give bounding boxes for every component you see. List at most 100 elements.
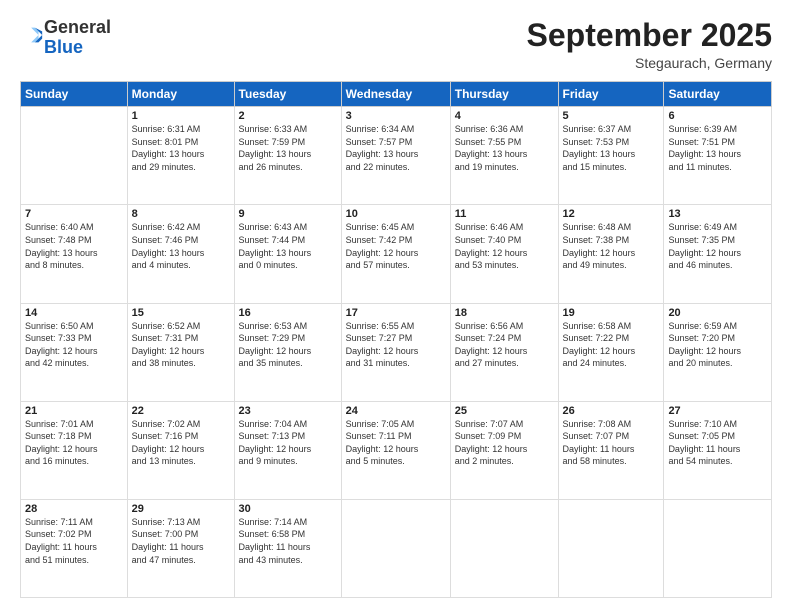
calendar-day-cell: 17Sunrise: 6:55 AM Sunset: 7:27 PM Dayli… <box>341 303 450 401</box>
calendar-day-cell: 15Sunrise: 6:52 AM Sunset: 7:31 PM Dayli… <box>127 303 234 401</box>
calendar-day-cell: 28Sunrise: 7:11 AM Sunset: 7:02 PM Dayli… <box>21 499 128 597</box>
logo-blue-text: Blue <box>44 37 83 57</box>
calendar-day-cell <box>21 107 128 205</box>
calendar-header-sunday: Sunday <box>21 82 128 107</box>
day-info: Sunrise: 7:01 AM Sunset: 7:18 PM Dayligh… <box>25 418 123 468</box>
day-number: 12 <box>563 208 660 220</box>
day-number: 8 <box>132 208 230 220</box>
calendar-day-cell: 13Sunrise: 6:49 AM Sunset: 7:35 PM Dayli… <box>664 205 772 303</box>
day-number: 30 <box>239 503 337 515</box>
day-number: 16 <box>239 307 337 319</box>
day-info: Sunrise: 6:46 AM Sunset: 7:40 PM Dayligh… <box>455 221 554 271</box>
calendar-day-cell: 11Sunrise: 6:46 AM Sunset: 7:40 PM Dayli… <box>450 205 558 303</box>
day-number: 21 <box>25 405 123 417</box>
day-number: 9 <box>239 208 337 220</box>
day-number: 29 <box>132 503 230 515</box>
calendar-week-row: 21Sunrise: 7:01 AM Sunset: 7:18 PM Dayli… <box>21 401 772 499</box>
day-info: Sunrise: 6:42 AM Sunset: 7:46 PM Dayligh… <box>132 221 230 271</box>
day-info: Sunrise: 6:58 AM Sunset: 7:22 PM Dayligh… <box>563 320 660 370</box>
day-info: Sunrise: 6:56 AM Sunset: 7:24 PM Dayligh… <box>455 320 554 370</box>
calendar-day-cell: 9Sunrise: 6:43 AM Sunset: 7:44 PM Daylig… <box>234 205 341 303</box>
calendar-day-cell: 1Sunrise: 6:31 AM Sunset: 8:01 PM Daylig… <box>127 107 234 205</box>
day-number: 23 <box>239 405 337 417</box>
calendar-day-cell: 4Sunrise: 6:36 AM Sunset: 7:55 PM Daylig… <box>450 107 558 205</box>
day-info: Sunrise: 6:34 AM Sunset: 7:57 PM Dayligh… <box>346 123 446 173</box>
day-number: 10 <box>346 208 446 220</box>
day-info: Sunrise: 6:53 AM Sunset: 7:29 PM Dayligh… <box>239 320 337 370</box>
day-number: 17 <box>346 307 446 319</box>
calendar-header-thursday: Thursday <box>450 82 558 107</box>
calendar-header-row: SundayMondayTuesdayWednesdayThursdayFrid… <box>21 82 772 107</box>
day-info: Sunrise: 6:39 AM Sunset: 7:51 PM Dayligh… <box>668 123 767 173</box>
day-info: Sunrise: 6:50 AM Sunset: 7:33 PM Dayligh… <box>25 320 123 370</box>
day-info: Sunrise: 7:14 AM Sunset: 6:58 PM Dayligh… <box>239 516 337 566</box>
calendar-day-cell: 14Sunrise: 6:50 AM Sunset: 7:33 PM Dayli… <box>21 303 128 401</box>
calendar-day-cell: 10Sunrise: 6:45 AM Sunset: 7:42 PM Dayli… <box>341 205 450 303</box>
calendar-week-row: 1Sunrise: 6:31 AM Sunset: 8:01 PM Daylig… <box>21 107 772 205</box>
page-header: General Blue September 2025 Stegaurach, … <box>20 18 772 71</box>
calendar-header-friday: Friday <box>558 82 664 107</box>
calendar-day-cell: 12Sunrise: 6:48 AM Sunset: 7:38 PM Dayli… <box>558 205 664 303</box>
calendar-week-row: 7Sunrise: 6:40 AM Sunset: 7:48 PM Daylig… <box>21 205 772 303</box>
day-info: Sunrise: 6:48 AM Sunset: 7:38 PM Dayligh… <box>563 221 660 271</box>
calendar-week-row: 28Sunrise: 7:11 AM Sunset: 7:02 PM Dayli… <box>21 499 772 597</box>
calendar-day-cell: 24Sunrise: 7:05 AM Sunset: 7:11 PM Dayli… <box>341 401 450 499</box>
calendar-header-wednesday: Wednesday <box>341 82 450 107</box>
calendar-day-cell: 3Sunrise: 6:34 AM Sunset: 7:57 PM Daylig… <box>341 107 450 205</box>
calendar-day-cell <box>450 499 558 597</box>
day-info: Sunrise: 6:37 AM Sunset: 7:53 PM Dayligh… <box>563 123 660 173</box>
day-number: 25 <box>455 405 554 417</box>
calendar-header-saturday: Saturday <box>664 82 772 107</box>
calendar-day-cell: 22Sunrise: 7:02 AM Sunset: 7:16 PM Dayli… <box>127 401 234 499</box>
title-block: September 2025 Stegaurach, Germany <box>527 18 772 71</box>
day-info: Sunrise: 6:52 AM Sunset: 7:31 PM Dayligh… <box>132 320 230 370</box>
day-number: 13 <box>668 208 767 220</box>
calendar-header-monday: Monday <box>127 82 234 107</box>
calendar-day-cell: 2Sunrise: 6:33 AM Sunset: 7:59 PM Daylig… <box>234 107 341 205</box>
day-number: 3 <box>346 110 446 122</box>
day-number: 6 <box>668 110 767 122</box>
day-info: Sunrise: 6:43 AM Sunset: 7:44 PM Dayligh… <box>239 221 337 271</box>
calendar-day-cell: 19Sunrise: 6:58 AM Sunset: 7:22 PM Dayli… <box>558 303 664 401</box>
location: Stegaurach, Germany <box>527 55 772 71</box>
day-info: Sunrise: 6:40 AM Sunset: 7:48 PM Dayligh… <box>25 221 123 271</box>
day-number: 7 <box>25 208 123 220</box>
calendar-day-cell: 6Sunrise: 6:39 AM Sunset: 7:51 PM Daylig… <box>664 107 772 205</box>
day-info: Sunrise: 6:31 AM Sunset: 8:01 PM Dayligh… <box>132 123 230 173</box>
day-number: 20 <box>668 307 767 319</box>
day-number: 15 <box>132 307 230 319</box>
calendar-day-cell: 27Sunrise: 7:10 AM Sunset: 7:05 PM Dayli… <box>664 401 772 499</box>
day-number: 22 <box>132 405 230 417</box>
day-number: 2 <box>239 110 337 122</box>
calendar-day-cell: 26Sunrise: 7:08 AM Sunset: 7:07 PM Dayli… <box>558 401 664 499</box>
calendar-day-cell: 16Sunrise: 6:53 AM Sunset: 7:29 PM Dayli… <box>234 303 341 401</box>
day-number: 24 <box>346 405 446 417</box>
day-info: Sunrise: 7:04 AM Sunset: 7:13 PM Dayligh… <box>239 418 337 468</box>
calendar-day-cell: 29Sunrise: 7:13 AM Sunset: 7:00 PM Dayli… <box>127 499 234 597</box>
day-info: Sunrise: 6:59 AM Sunset: 7:20 PM Dayligh… <box>668 320 767 370</box>
day-number: 11 <box>455 208 554 220</box>
logo-icon <box>22 24 44 46</box>
logo-general-text: General <box>44 17 111 37</box>
calendar-day-cell: 30Sunrise: 7:14 AM Sunset: 6:58 PM Dayli… <box>234 499 341 597</box>
month-title: September 2025 <box>527 18 772 53</box>
calendar-day-cell: 5Sunrise: 6:37 AM Sunset: 7:53 PM Daylig… <box>558 107 664 205</box>
day-info: Sunrise: 6:36 AM Sunset: 7:55 PM Dayligh… <box>455 123 554 173</box>
day-info: Sunrise: 6:49 AM Sunset: 7:35 PM Dayligh… <box>668 221 767 271</box>
day-number: 4 <box>455 110 554 122</box>
day-number: 14 <box>25 307 123 319</box>
calendar-table: SundayMondayTuesdayWednesdayThursdayFrid… <box>20 81 772 598</box>
day-info: Sunrise: 7:10 AM Sunset: 7:05 PM Dayligh… <box>668 418 767 468</box>
day-info: Sunrise: 7:07 AM Sunset: 7:09 PM Dayligh… <box>455 418 554 468</box>
day-number: 28 <box>25 503 123 515</box>
day-number: 27 <box>668 405 767 417</box>
calendar-day-cell: 21Sunrise: 7:01 AM Sunset: 7:18 PM Dayli… <box>21 401 128 499</box>
day-number: 5 <box>563 110 660 122</box>
calendar-day-cell <box>558 499 664 597</box>
calendar-day-cell: 8Sunrise: 6:42 AM Sunset: 7:46 PM Daylig… <box>127 205 234 303</box>
day-info: Sunrise: 7:13 AM Sunset: 7:00 PM Dayligh… <box>132 516 230 566</box>
calendar-day-cell: 25Sunrise: 7:07 AM Sunset: 7:09 PM Dayli… <box>450 401 558 499</box>
day-number: 18 <box>455 307 554 319</box>
logo: General Blue <box>20 18 111 58</box>
day-number: 1 <box>132 110 230 122</box>
